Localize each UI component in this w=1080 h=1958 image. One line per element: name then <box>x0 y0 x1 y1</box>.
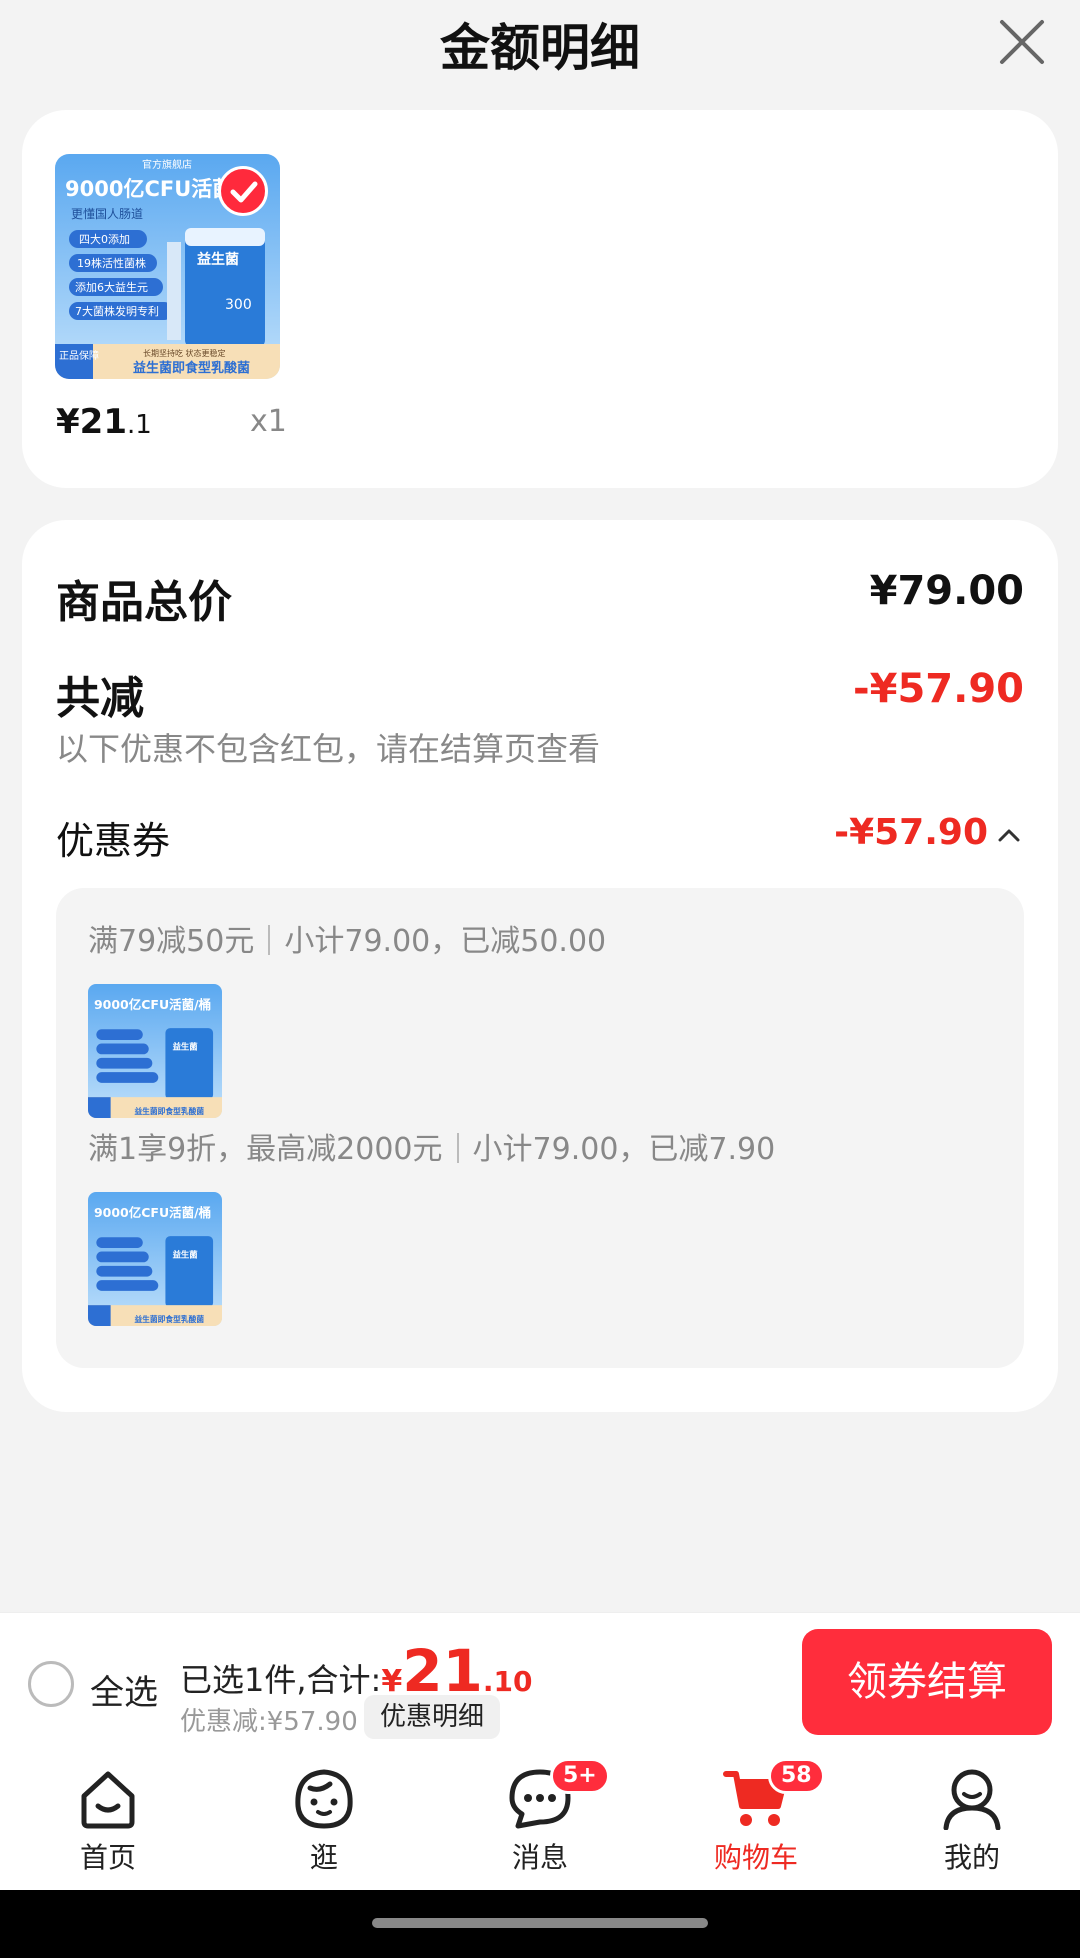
selected-check-icon[interactable] <box>218 166 268 216</box>
divider <box>268 925 271 955</box>
person-icon <box>943 1769 1001 1830</box>
home-icon <box>81 1771 135 1829</box>
tab-label: 我的 <box>943 1841 1000 1874</box>
total-decimal: .10 <box>482 1665 533 1698</box>
price-summary-card: 商品总价 ¥79.00 共减 -¥57.90 以下优惠不包含红包，请在结算页查看… <box>22 520 1058 1412</box>
discount-note: 以下优惠不包含红包，请在结算页查看 <box>56 730 601 768</box>
svg-text:9000亿CFU活菌/桶: 9000亿CFU活菌/桶 <box>94 997 211 1012</box>
svg-text:正品保障: 正品保障 <box>59 349 99 362</box>
cart-badge: 58 <box>768 1758 825 1794</box>
select-all-label[interactable]: 全选 <box>90 1665 158 1714</box>
svg-text:益生菌即食型乳酸菌: 益生菌即食型乳酸菌 <box>133 360 250 376</box>
svg-text:长期坚持吃 状态更稳定: 长期坚持吃 状态更稳定 <box>143 348 226 358</box>
total-currency: ¥ <box>381 1664 403 1699</box>
product-price: ¥21.1 <box>56 402 152 442</box>
home-indicator[interactable] <box>372 1918 708 1928</box>
page-title: 金额明细 <box>440 19 640 77</box>
tab-messages[interactable]: 5+ 消息 <box>432 1752 648 1890</box>
smile-face-icon <box>295 1769 353 1829</box>
tab-label: 首页 <box>79 1841 136 1874</box>
product-quantity: x1 <box>250 404 287 439</box>
svg-text:添加6大益生元: 添加6大益生元 <box>75 280 148 294</box>
discount-amount: 优惠减:¥57.90 <box>180 1707 358 1737</box>
chevron-up-icon[interactable] <box>996 822 1022 848</box>
svg-text:9000亿CFU活菌/桶: 9000亿CFU活菌/桶 <box>94 1205 211 1220</box>
coupon-rule: 满79减50元 <box>88 924 255 959</box>
svg-text:7大菌株发明专利: 7大菌株发明专利 <box>75 304 159 318</box>
coupon-rule: 满1享9折，最高减2000元 <box>88 1132 443 1167</box>
coupon-label[interactable]: 优惠券 <box>56 810 170 865</box>
close-icon[interactable] <box>994 14 1050 70</box>
tab-label: 逛 <box>309 1841 338 1874</box>
coupon-line: 满79减50元 小计79.00，已减50.00 <box>88 916 606 960</box>
total-value: ¥79.00 <box>869 568 1024 614</box>
svg-text:益生菌: 益生菌 <box>173 1042 199 1052</box>
svg-text:19株活性菌株: 19株活性菌株 <box>77 256 146 270</box>
tab-label: 购物车 <box>713 1841 798 1874</box>
tab-cart[interactable]: 58 购物车 <box>648 1752 864 1890</box>
tab-home[interactable]: 首页 <box>0 1752 216 1890</box>
coupon-detail: 小计79.00，已减50.00 <box>284 924 607 959</box>
svg-text:300: 300 <box>225 297 252 313</box>
tab-profile[interactable]: 我的 <box>864 1752 1080 1890</box>
message-badge: 5+ <box>550 1758 610 1794</box>
total-label: 商品总价 <box>56 577 232 628</box>
svg-text:官方旗舰店: 官方旗舰店 <box>142 158 192 171</box>
product-card: 官方旗舰店 9000亿CFU活菌/桶 更懂国人肠道 四大0添加 19株活性菌株 … <box>22 110 1058 488</box>
checkout-button[interactable]: 领券结算 <box>802 1629 1052 1735</box>
bottom-tab-bar: 首页 逛 5+ 消息 58 购物车 我的 <box>0 1752 1080 1890</box>
coupon-line: 满1享9折，最高减2000元 小计79.00，已减7.90 <box>88 1124 775 1168</box>
svg-text:益生菌: 益生菌 <box>173 1250 199 1260</box>
svg-text:益生菌即食型乳酸菌: 益生菌即食型乳酸菌 <box>134 1106 204 1116</box>
discount-detail-button[interactable]: 优惠明细 <box>364 1695 501 1739</box>
price-integer: ¥21 <box>56 402 127 442</box>
tab-browse[interactable]: 逛 <box>216 1752 432 1890</box>
tab-label: 消息 <box>511 1841 568 1874</box>
header: 金额明细 <box>0 0 1080 96</box>
svg-text:更懂国人肠道: 更懂国人肠道 <box>71 207 143 221</box>
divider <box>456 1133 459 1163</box>
reduce-value: -¥57.90 <box>853 666 1024 712</box>
system-nav-area <box>0 1890 1080 1958</box>
svg-text:益生菌即食型乳酸菌: 益生菌即食型乳酸菌 <box>134 1314 204 1324</box>
coupon-detail-box: 满79减50元小计79.00，已减50.00 9000亿CFU活菌/桶 益生菌 <box>56 888 1024 1368</box>
coupon-product-thumb: 9000亿CFU活菌/桶 益生菌 益生菌即食型乳酸菌 <box>88 1192 222 1326</box>
checkout-bar: 全选 已选1件,合计:¥21.10 优惠减:¥57.90 优惠明细 领券结算 <box>0 1612 1080 1752</box>
coupon-product-thumb: 9000亿CFU活菌/桶 益生菌 益生菌即食型乳酸菌 <box>88 984 222 1118</box>
reduce-label: 共减 <box>56 673 144 724</box>
selected-count-text: 已选1件,合计: <box>180 1661 382 1699</box>
svg-text:益生菌: 益生菌 <box>197 251 239 268</box>
svg-text:四大0添加: 四大0添加 <box>79 232 130 246</box>
coupon-value[interactable]: -¥57.90 <box>834 812 988 853</box>
price-decimal: .1 <box>126 410 152 440</box>
coupon-detail: 小计79.00，已减7.90 <box>472 1132 776 1167</box>
select-all-radio[interactable] <box>28 1661 74 1707</box>
